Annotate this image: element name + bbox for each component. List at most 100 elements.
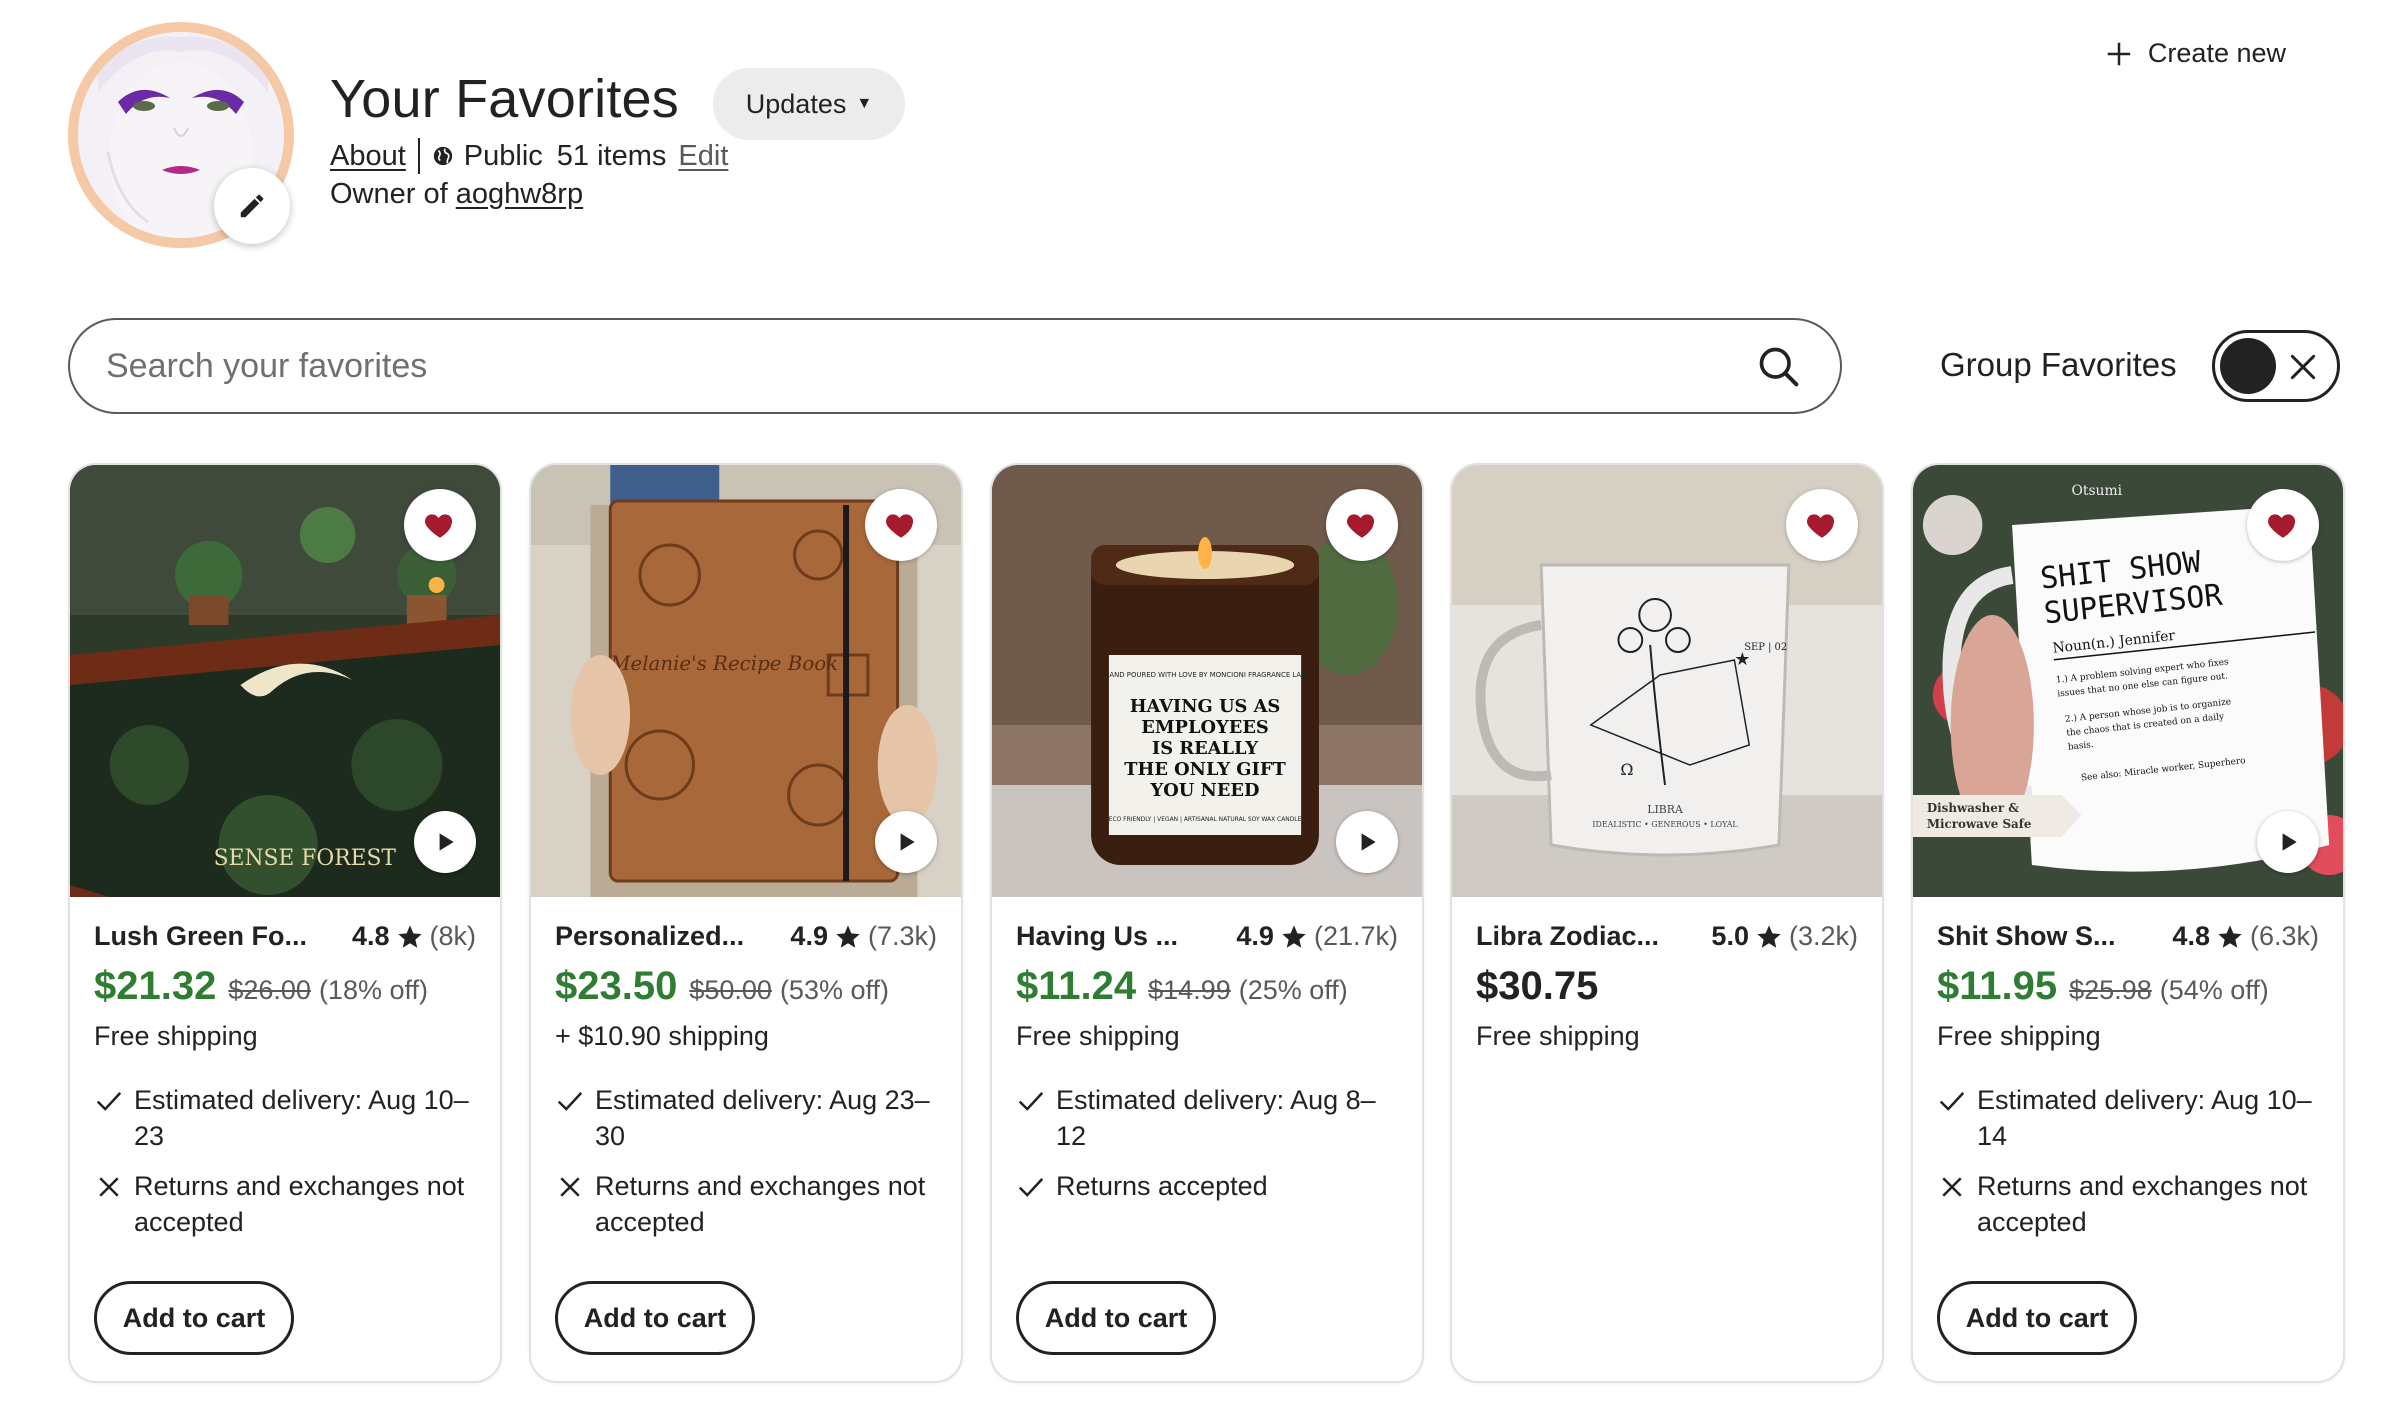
delivery-text: Estimated delivery: Aug 8–12: [1056, 1085, 1376, 1151]
checkmark-icon: [1939, 1092, 1965, 1111]
returns-policy: Returns and exchanges not accepted: [1937, 1168, 2319, 1240]
rating: 4.8 (8k): [352, 921, 476, 952]
returns-policy: Returns and exchanges not accepted: [555, 1168, 937, 1240]
image-caption: SENSE FOREST: [214, 846, 397, 871]
add-to-cart-button[interactable]: Add to cart: [555, 1281, 755, 1355]
heart-icon: [425, 514, 453, 538]
checkmark-icon: [557, 1092, 583, 1111]
review-count: (7.3k): [867, 921, 937, 951]
delivery-estimate: Estimated delivery: Aug 10–14: [1937, 1082, 2319, 1154]
delivery-estimate: Estimated delivery: Aug 10–23: [94, 1082, 476, 1154]
review-count: (21.7k): [1313, 921, 1398, 951]
item-count: 51 items: [556, 139, 667, 172]
play-icon: [1361, 833, 1376, 851]
play-video-button[interactable]: [2257, 811, 2319, 873]
review-count: (8k): [429, 921, 477, 951]
shipping-info: Free shipping: [94, 1021, 258, 1051]
plus-icon: [2107, 42, 2131, 65]
original-price: $26.00: [228, 975, 311, 1005]
heart-icon: [886, 514, 914, 538]
discount-label: (53% off): [779, 975, 889, 1005]
listing-title[interactable]: Libra Zodiac...: [1476, 921, 1659, 952]
returns-text: Returns and exchanges not accepted: [595, 1171, 926, 1237]
owner-shop-link[interactable]: aoghw8rp: [456, 178, 583, 210]
updates-label: Updates: [745, 88, 847, 119]
listing-title[interactable]: Lush Green Fo...: [94, 921, 307, 952]
play-icon: [439, 833, 454, 851]
sale-price: $11.95: [1937, 964, 2058, 1008]
search-bar: [68, 318, 1842, 414]
listing-image[interactable]: Otsumi SHIT SHOW SUPERVISOR Noun(n.) Jen…: [1913, 465, 2343, 897]
heart-icon: [1347, 514, 1375, 538]
meta-divider: [417, 138, 420, 174]
rating: 4.9 (7.3k): [790, 921, 937, 952]
add-to-cart-button[interactable]: Add to cart: [94, 1281, 294, 1355]
x-icon: [99, 1177, 119, 1197]
rating-score: 4.9: [1236, 921, 1274, 951]
star-icon: [1757, 924, 1781, 948]
shipping-info: Free shipping: [1476, 1021, 1640, 1051]
returns-policy: Returns and exchanges not accepted: [94, 1168, 476, 1240]
candle-label-line: YOU NEED: [1150, 780, 1260, 801]
rating: 4.9 (21.7k): [1236, 921, 1398, 952]
star-icon: [2218, 924, 2242, 948]
listing-card[interactable]: Melanie's Recipe Book Personalized... 4.…: [529, 463, 963, 1383]
x-icon: [560, 1177, 580, 1197]
listing-title[interactable]: Shit Show S...: [1937, 921, 2116, 952]
heart-icon: [1807, 514, 1835, 538]
delivery-text: Estimated delivery: Aug 23–30: [595, 1085, 930, 1151]
discount-label: (18% off): [318, 975, 428, 1005]
heart-icon: [2268, 514, 2296, 538]
candle-label-line: THE ONLY GIFT: [1124, 759, 1286, 780]
listing-title[interactable]: Having Us ...: [1016, 921, 1178, 952]
listing-image[interactable]: HAND POURED WITH LOVE BY MONCIONI FRAGRA…: [992, 465, 1422, 897]
play-video-button[interactable]: [414, 811, 476, 873]
search-icon[interactable]: [1756, 344, 1800, 388]
mug-date: SEP | 02: [1744, 642, 1787, 653]
star-icon: [1282, 924, 1306, 948]
mug-brand: Otsumi: [2072, 483, 2123, 499]
listing-image[interactable]: ★ SEP | 02 Ω LIBRA IDEALISTIC • GENEROUS…: [1452, 465, 1882, 897]
listing-card[interactable]: SENSE FOREST Lush Green Fo... 4.8 (8k) $…: [68, 463, 502, 1383]
checkmark-icon: [1018, 1092, 1044, 1111]
listing-image[interactable]: Melanie's Recipe Book: [531, 465, 961, 897]
checkmark-icon: [1018, 1178, 1044, 1197]
review-count: (3.2k): [1788, 921, 1858, 951]
updates-dropdown[interactable]: Updates ▼: [713, 68, 905, 140]
add-to-cart-button[interactable]: Add to cart: [1937, 1281, 2137, 1355]
edit-avatar-button[interactable]: [214, 168, 290, 244]
create-new-button[interactable]: Create new: [2104, 38, 2286, 69]
listing-title[interactable]: Personalized...: [555, 921, 744, 952]
search-input[interactable]: [106, 320, 1706, 412]
create-new-label: Create new: [2147, 38, 2286, 68]
star-icon: [397, 924, 422, 948]
returns-text: Returns and exchanges not accepted: [1977, 1171, 2308, 1237]
add-to-cart-button[interactable]: Add to cart: [1016, 1281, 1216, 1355]
listing-card[interactable]: Otsumi SHIT SHOW SUPERVISOR Noun(n.) Jen…: [1911, 463, 2345, 1383]
group-favorites-label: Group Favorites: [1940, 346, 2177, 383]
favorite-button[interactable]: [865, 489, 937, 561]
play-video-button[interactable]: [1336, 811, 1398, 873]
price: $30.75: [1476, 964, 1599, 1008]
rating: 5.0 (3.2k): [1711, 921, 1858, 952]
listing-card[interactable]: HAND POURED WITH LOVE BY MONCIONI FRAGRA…: [990, 463, 1424, 1383]
group-favorites-toggle[interactable]: [2212, 330, 2340, 402]
candle-label-line: HAVING US AS: [1130, 696, 1281, 717]
listing-image[interactable]: SENSE FOREST: [70, 465, 500, 897]
favorite-button[interactable]: [1786, 489, 1858, 561]
about-link[interactable]: About: [330, 140, 406, 173]
shipping-info: + $10.90 shipping: [555, 1021, 769, 1051]
listing-card[interactable]: ★ SEP | 02 Ω LIBRA IDEALISTIC • GENEROUS…: [1450, 463, 1884, 1383]
play-video-button[interactable]: [875, 811, 937, 873]
favorite-button[interactable]: [1326, 489, 1398, 561]
review-count: (6.3k): [2249, 921, 2319, 951]
pencil-icon: [240, 194, 264, 218]
mug-traits: IDEALISTIC • GENEROUS • LOYAL: [1592, 820, 1738, 829]
discount-label: (25% off): [1238, 975, 1348, 1005]
favorite-button[interactable]: [2247, 489, 2319, 561]
caret-down-icon: ▼: [856, 95, 873, 112]
favorite-button[interactable]: [404, 489, 476, 561]
rating-score: 5.0: [1711, 921, 1749, 951]
edit-collection-link[interactable]: Edit: [678, 140, 728, 173]
delivery-text: Estimated delivery: Aug 10–14: [1977, 1085, 2312, 1151]
